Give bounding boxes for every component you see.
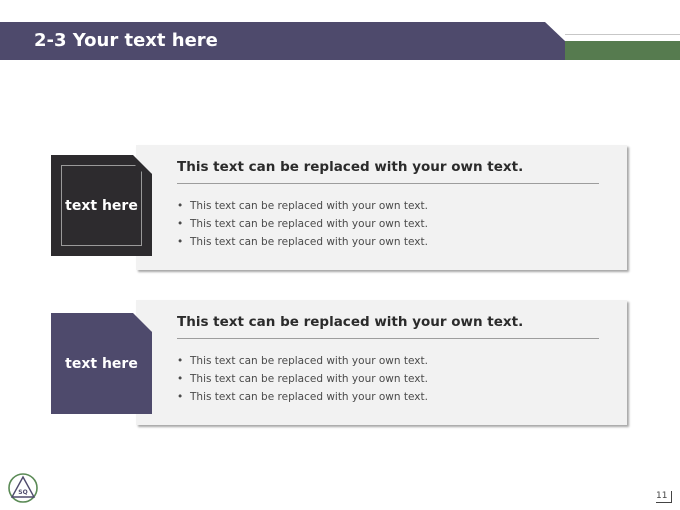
bullet-list: This text can be replaced with your own … (177, 197, 428, 251)
bullet-item: This text can be replaced with your own … (177, 352, 428, 370)
card-title: This text can be replaced with your own … (177, 159, 524, 175)
logo-icon: SQ (8, 473, 38, 503)
page-number: 11 (656, 491, 673, 503)
tag-label: text here (65, 355, 138, 372)
bullet-list: This text can be replaced with your own … (177, 352, 428, 406)
bullet-item: This text can be replaced with your own … (177, 233, 428, 251)
header-accent-line (565, 34, 680, 35)
content-card-2: This text can be replaced with your own … (136, 300, 627, 425)
content-card-1: This text can be replaced with your own … (136, 145, 627, 270)
bullet-item: This text can be replaced with your own … (177, 388, 428, 406)
header-accent-bar (565, 41, 680, 60)
tag-box-1: text here (51, 155, 152, 256)
tag-label: text here (65, 197, 138, 214)
card-divider (177, 338, 599, 339)
bullet-item: This text can be replaced with your own … (177, 370, 428, 388)
logo-text: SQ (18, 489, 27, 496)
bullet-item: This text can be replaced with your own … (177, 215, 428, 233)
card-title: This text can be replaced with your own … (177, 314, 524, 330)
bullet-item: This text can be replaced with your own … (177, 197, 428, 215)
tag-box-2: text here (51, 313, 152, 414)
page-title: 2-3 Your text here (34, 30, 218, 51)
card-divider (177, 183, 599, 184)
